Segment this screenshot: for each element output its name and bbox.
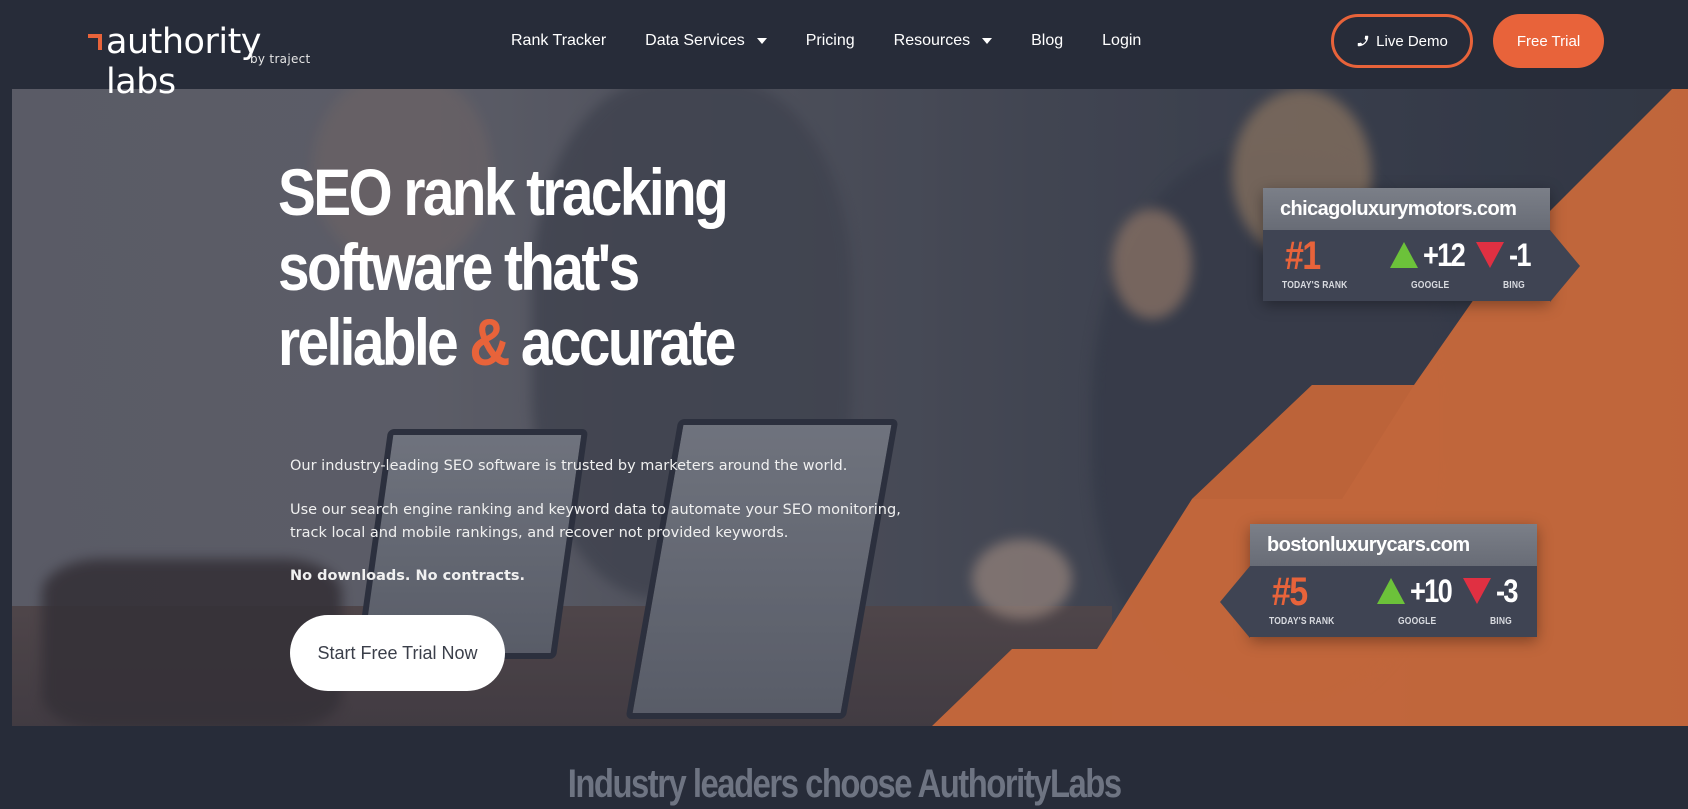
- nav-label: Login: [1102, 32, 1142, 49]
- headline-line-2: software that's: [278, 230, 640, 304]
- main-nav: Rank Tracker Data Services Pricing Resou…: [511, 28, 1180, 54]
- nav-resources[interactable]: Resources: [893, 32, 993, 50]
- free-trial-label: Free Trial: [1516, 32, 1581, 50]
- hero-paragraph-3: No downloads. No contracts.: [290, 568, 526, 584]
- bing-label: BING: [1490, 616, 1512, 627]
- free-trial-button[interactable]: Free Trial: [1493, 14, 1604, 68]
- headline-ampersand: &: [469, 305, 510, 379]
- nav-data-services[interactable]: Data Services: [645, 32, 767, 50]
- authority-labs-logo[interactable]: authority labs by traject: [88, 22, 318, 102]
- rank-card: chicagoluxurymotors.com #1 TODAY'S RANK …: [1263, 188, 1580, 302]
- live-demo-label: Live Demo: [1376, 32, 1448, 50]
- caret-down-icon: [982, 38, 993, 44]
- phone-icon: [1357, 35, 1369, 47]
- nav-label: Data Services: [645, 32, 745, 49]
- headline-accurate: accurate: [507, 305, 736, 379]
- headline-line-1: SEO rank tracking: [278, 155, 729, 229]
- up-arrow-icon: [1390, 242, 1418, 268]
- google-label: GOOGLE: [1398, 616, 1437, 627]
- logo-bracket-icon: [88, 34, 102, 50]
- hero-paragraph-1: Our industry-leading SEO software is tru…: [290, 458, 848, 474]
- nav-blog[interactable]: Blog: [1031, 32, 1063, 50]
- site-header: authority labs by traject Rank Tracker D…: [0, 0, 1688, 102]
- hero-headline: SEO rank tracking software that's reliab…: [278, 155, 897, 380]
- rank-card-body: #5 TODAY'S RANK +10 GOOGLE -3 BING: [1220, 566, 1537, 638]
- nav-label: Pricing: [805, 32, 855, 49]
- todays-rank-value: #5: [1272, 570, 1308, 614]
- down-arrow-icon: [1463, 578, 1491, 604]
- start-free-trial-button[interactable]: Start Free Trial Now: [290, 615, 505, 691]
- google-delta: +10: [1410, 573, 1453, 609]
- nav-pricing[interactable]: Pricing: [806, 32, 855, 50]
- logo-subtitle: by traject: [250, 52, 311, 66]
- down-arrow-icon: [1476, 242, 1504, 268]
- nav-label: Blog: [1031, 32, 1064, 49]
- rank-card-body: #1 TODAY'S RANK +12 GOOGLE -1 BING: [1263, 230, 1580, 302]
- rank-card-domain: chicagoluxurymotors.com: [1263, 188, 1550, 230]
- cta-label: Start Free Trial Now: [317, 642, 478, 663]
- hero-paragraph-2: Use our search engine ranking and keywor…: [290, 502, 901, 541]
- rank-card-domain: bostonluxurycars.com: [1250, 524, 1537, 566]
- section-heading-text: Industry leaders choose AuthorityLabs: [567, 762, 1122, 806]
- headline-reliable: reliable: [278, 305, 470, 379]
- rank-card: bostonluxurycars.com #5 TODAY'S RANK +10…: [1220, 524, 1537, 638]
- industry-leaders-heading: Industry leaders choose AuthorityLabs: [0, 762, 1688, 807]
- bing-delta: -3: [1496, 573, 1519, 609]
- hero-content: SEO rank tracking software that's reliab…: [278, 155, 901, 691]
- card-pointer: [1550, 230, 1580, 302]
- bing-delta: -1: [1509, 237, 1532, 273]
- caret-down-icon: [756, 38, 767, 44]
- headline-line-3: reliable & accurate: [278, 305, 897, 380]
- nav-login[interactable]: Login: [1102, 32, 1141, 50]
- nav-rank-tracker[interactable]: Rank Tracker: [511, 32, 606, 50]
- live-demo-button[interactable]: Live Demo: [1331, 14, 1473, 68]
- nav-label: Resources: [893, 32, 971, 49]
- google-label: GOOGLE: [1411, 280, 1450, 291]
- todays-rank-label: TODAY'S RANK: [1269, 616, 1335, 627]
- todays-rank-value: #1: [1285, 234, 1321, 278]
- up-arrow-icon: [1377, 578, 1405, 604]
- nav-label: Rank Tracker: [511, 32, 607, 49]
- bing-label: BING: [1503, 280, 1525, 291]
- card-pointer: [1220, 566, 1250, 638]
- google-delta: +12: [1423, 237, 1466, 273]
- todays-rank-label: TODAY'S RANK: [1282, 280, 1348, 291]
